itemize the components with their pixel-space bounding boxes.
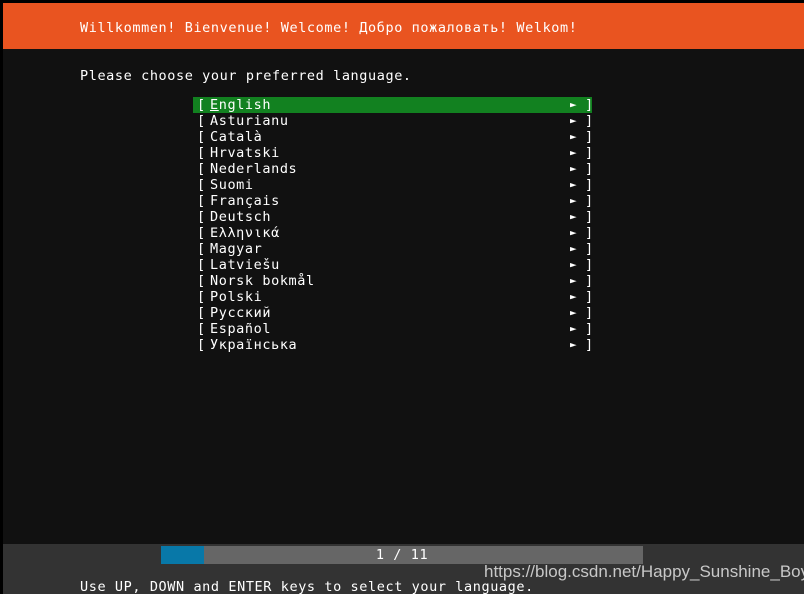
- mnemonic-letter: E: [210, 97, 219, 113]
- language-option-label: Русский: [210, 305, 272, 321]
- main-content: Please choose your preferred language. […: [3, 49, 804, 544]
- chevron-right-icon: ►: [570, 306, 578, 319]
- chevron-right-icon: ►: [570, 194, 578, 207]
- language-option-label: English: [210, 97, 272, 113]
- bracket-close: ]: [585, 177, 594, 193]
- language-option-label: Hrvatski: [210, 145, 280, 161]
- language-option-hrvatski[interactable]: [Hrvatski ►]: [193, 145, 594, 161]
- language-option-label: Polski: [210, 289, 263, 305]
- chevron-right-icon: ►: [570, 130, 578, 143]
- language-option-русский[interactable]: [Русский ►]: [193, 305, 594, 321]
- bracket-open: [: [197, 193, 206, 209]
- chevron-right-icon: ►: [570, 338, 578, 351]
- bracket-close: ]: [585, 273, 594, 289]
- chevron-right-icon: ►: [570, 322, 578, 335]
- language-option-label: Nederlands: [210, 161, 298, 177]
- language-option-latviešu[interactable]: [Latviešu ►]: [193, 257, 594, 273]
- bracket-close: ]: [585, 305, 594, 321]
- language-option-українська[interactable]: [Українська ►]: [193, 337, 594, 353]
- bracket-close: ]: [585, 97, 594, 113]
- language-option-label: Suomi: [210, 177, 254, 193]
- language-option-norsk-bokmål[interactable]: [Norsk bokmål ►]: [193, 273, 594, 289]
- language-option-asturianu[interactable]: [Asturianu ►]: [193, 113, 594, 129]
- language-option-label: Latviešu: [210, 257, 280, 273]
- chevron-right-icon: ►: [570, 274, 578, 287]
- language-option-magyar[interactable]: [Magyar ►]: [193, 241, 594, 257]
- bracket-close: ]: [585, 257, 594, 273]
- bracket-close: ]: [585, 321, 594, 337]
- bracket-open: [: [197, 257, 206, 273]
- language-option-label: Ελληνικά: [210, 225, 280, 241]
- bracket-open: [: [197, 321, 206, 337]
- bracket-open: [: [197, 273, 206, 289]
- language-option-ελληνικά[interactable]: [Ελληνικά ►]: [193, 225, 594, 241]
- bracket-open: [: [197, 113, 206, 129]
- chevron-right-icon: ►: [570, 146, 578, 159]
- footer-hint: Use UP, DOWN and ENTER keys to select yo…: [80, 579, 534, 594]
- bracket-close: ]: [585, 161, 594, 177]
- bracket-open: [: [197, 97, 206, 113]
- language-list[interactable]: [English ►][Asturianu ►][Català ►][Hrvatski…: [193, 97, 593, 353]
- chevron-right-icon: ►: [570, 178, 578, 191]
- bracket-close: ]: [585, 209, 594, 225]
- language-option-label: Français: [210, 193, 280, 209]
- welcome-header-bar: Willkommen! Bienvenue! Welcome! Добро по…: [3, 3, 804, 49]
- language-option-català[interactable]: [Català ►]: [193, 129, 594, 145]
- bracket-open: [: [197, 161, 206, 177]
- installer-screen: Willkommen! Bienvenue! Welcome! Добро по…: [0, 0, 804, 594]
- language-option-label: Deutsch: [210, 209, 272, 225]
- bracket-open: [: [197, 305, 206, 321]
- bracket-close: ]: [585, 241, 594, 257]
- bracket-close: ]: [585, 289, 594, 305]
- chevron-right-icon: ►: [570, 114, 578, 127]
- chevron-right-icon: ►: [570, 226, 578, 239]
- language-option-deutsch[interactable]: [Deutsch ►]: [193, 209, 594, 225]
- language-option-english[interactable]: [English ►]: [193, 97, 594, 113]
- language-option-suomi[interactable]: [Suomi ►]: [193, 177, 594, 193]
- bracket-open: [: [197, 145, 206, 161]
- chevron-right-icon: ►: [570, 242, 578, 255]
- bracket-open: [: [197, 241, 206, 257]
- bracket-open: [: [197, 129, 206, 145]
- chevron-right-icon: ►: [570, 290, 578, 303]
- bracket-close: ]: [585, 113, 594, 129]
- language-option-label: Asturianu: [210, 113, 289, 129]
- bracket-open: [: [197, 337, 206, 353]
- bracket-open: [: [197, 177, 206, 193]
- chevron-right-icon: ►: [570, 98, 578, 111]
- bracket-open: [: [197, 289, 206, 305]
- language-option-label: Norsk bokmål: [210, 273, 315, 289]
- chevron-right-icon: ►: [570, 258, 578, 271]
- bracket-close: ]: [585, 193, 594, 209]
- chevron-right-icon: ►: [570, 162, 578, 175]
- language-option-français[interactable]: [Français ►]: [193, 193, 594, 209]
- bracket-close: ]: [585, 129, 594, 145]
- welcome-title: Willkommen! Bienvenue! Welcome! Добро по…: [80, 20, 578, 36]
- language-option-label: Català: [210, 129, 263, 145]
- language-option-español[interactable]: [Español ►]: [193, 321, 594, 337]
- bracket-open: [: [197, 225, 206, 241]
- language-option-label: Українська: [210, 337, 298, 353]
- chevron-right-icon: ►: [570, 210, 578, 223]
- bracket-close: ]: [585, 337, 594, 353]
- footer-bar: 1 / 11 https://blog.csdn.net/Happy_Sunsh…: [3, 544, 804, 594]
- language-option-polski[interactable]: [Polski ►]: [193, 289, 594, 305]
- bracket-close: ]: [585, 225, 594, 241]
- language-option-label: Español: [210, 321, 272, 337]
- language-option-label: Magyar: [210, 241, 263, 257]
- language-prompt: Please choose your preferred language.: [80, 68, 412, 84]
- bracket-open: [: [197, 209, 206, 225]
- bracket-close: ]: [585, 145, 594, 161]
- language-option-nederlands[interactable]: [Nederlands ►]: [193, 161, 594, 177]
